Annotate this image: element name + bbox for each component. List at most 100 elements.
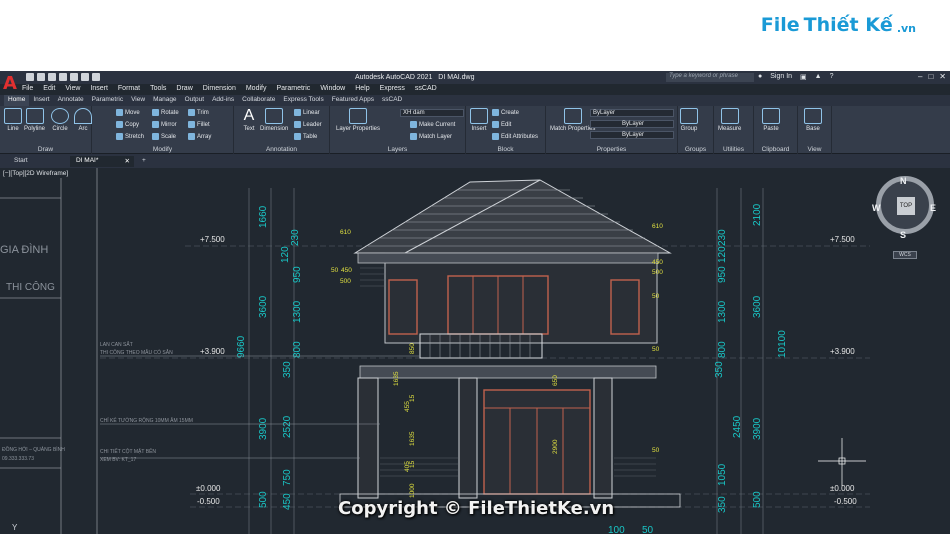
layer-dropdown[interactable]: XH dam bbox=[400, 109, 464, 117]
tab-annotate[interactable]: Annotate bbox=[54, 95, 88, 106]
text-tool[interactable]: A Text bbox=[240, 108, 258, 133]
undo-icon[interactable] bbox=[81, 73, 89, 81]
measure-tool[interactable]: Measure bbox=[718, 108, 741, 132]
menu-help[interactable]: Help bbox=[355, 85, 369, 92]
trim-tool[interactable]: Trim bbox=[188, 109, 209, 116]
compass-south[interactable]: S bbox=[900, 230, 906, 240]
tab-home[interactable]: Home bbox=[4, 95, 30, 106]
polyline-tool[interactable]: Polyline bbox=[24, 108, 45, 132]
menu-view[interactable]: View bbox=[65, 85, 80, 92]
menu-file[interactable]: File bbox=[22, 85, 33, 92]
edit-block-tool[interactable]: Edit bbox=[492, 121, 511, 128]
layer-properties-tool[interactable]: Layer Properties bbox=[336, 108, 380, 132]
compass-west[interactable]: W bbox=[872, 203, 881, 213]
create-block-tool[interactable]: Create bbox=[492, 109, 519, 116]
saveas-icon[interactable] bbox=[59, 73, 67, 81]
insert-tool[interactable]: Insert bbox=[470, 108, 488, 132]
search-input[interactable]: Type a keyword or phrase bbox=[666, 73, 754, 82]
tab-view[interactable]: View bbox=[127, 95, 149, 106]
menu-edit[interactable]: Edit bbox=[43, 85, 55, 92]
menu-dimension[interactable]: Dimension bbox=[203, 85, 236, 92]
linetype-dropdown[interactable]: ByLayer bbox=[590, 120, 674, 128]
tab-manage[interactable]: Manage bbox=[149, 95, 181, 106]
make-current-tool[interactable]: Make Current bbox=[410, 121, 455, 128]
copy-tool[interactable]: Copy bbox=[116, 121, 139, 128]
fillet-tool[interactable]: Fillet bbox=[188, 121, 210, 128]
lineweight-dropdown[interactable]: ByLayer bbox=[590, 131, 674, 139]
groups-panel-label[interactable]: Groups bbox=[678, 146, 713, 153]
dimension-tool[interactable]: Dimension bbox=[260, 108, 288, 132]
compass-east[interactable]: E bbox=[930, 203, 936, 213]
mirror-tool[interactable]: Mirror bbox=[152, 121, 177, 128]
line-tool[interactable]: Line bbox=[4, 108, 22, 132]
scale-tool[interactable]: Scale bbox=[152, 133, 176, 140]
menu-draw[interactable]: Draw bbox=[176, 85, 192, 92]
tab-express-tools[interactable]: Express Tools bbox=[279, 95, 327, 106]
cart-icon[interactable]: ▣ bbox=[800, 73, 807, 81]
tab-featured-apps[interactable]: Featured Apps bbox=[328, 95, 378, 106]
menu-insert[interactable]: Insert bbox=[90, 85, 108, 92]
rotate-tool[interactable]: Rotate bbox=[152, 109, 179, 116]
tab-di-mai[interactable]: DI MAI* ✕ bbox=[70, 156, 134, 167]
menu-express[interactable]: Express bbox=[380, 85, 405, 92]
tab-parametric[interactable]: Parametric bbox=[88, 95, 127, 106]
compass-north[interactable]: N bbox=[900, 176, 907, 186]
leader-tool[interactable]: Leader bbox=[294, 121, 322, 128]
block-panel-label[interactable]: Block bbox=[466, 146, 545, 153]
menu-window[interactable]: Window bbox=[320, 85, 345, 92]
array-tool[interactable]: Array bbox=[188, 133, 211, 140]
minimize-icon[interactable]: – bbox=[918, 72, 922, 81]
tab-start[interactable]: Start bbox=[8, 156, 34, 167]
drawing-canvas[interactable]: [−][Top][2D Wireframe] GIA ĐÌNH THI CÔNG… bbox=[0, 168, 950, 534]
help-icon[interactable]: ? bbox=[830, 73, 834, 81]
redo-icon[interactable] bbox=[92, 73, 100, 81]
modify-panel-label[interactable]: Modify bbox=[92, 146, 233, 153]
close-icon[interactable]: ✕ bbox=[939, 72, 946, 81]
paste-tool[interactable]: Paste bbox=[762, 108, 780, 132]
plot-icon[interactable] bbox=[70, 73, 78, 81]
menu-modify[interactable]: Modify bbox=[246, 85, 267, 92]
match-layer-tool[interactable]: Match Layer bbox=[410, 133, 452, 140]
tab-addins[interactable]: Add-ins bbox=[208, 95, 238, 106]
tab-sscad[interactable]: ssCAD bbox=[378, 95, 406, 106]
restore-icon[interactable]: □ bbox=[928, 72, 933, 81]
layers-panel-label[interactable]: Layers bbox=[330, 146, 465, 153]
open-icon[interactable] bbox=[37, 73, 45, 81]
close-tab-icon[interactable]: ✕ bbox=[125, 157, 130, 165]
arc-tool[interactable]: Arc bbox=[74, 108, 92, 132]
share-icon[interactable]: ▲ bbox=[815, 73, 822, 81]
menu-tools[interactable]: Tools bbox=[150, 85, 166, 92]
view-panel-label[interactable]: View bbox=[798, 146, 831, 153]
move-tool[interactable]: Move bbox=[116, 109, 140, 116]
filethietke-logo[interactable]: File Thiết Kế .vn bbox=[761, 14, 916, 36]
color-dropdown[interactable]: ByLayer bbox=[590, 109, 674, 117]
match-properties-tool[interactable]: Match Properties bbox=[550, 108, 595, 132]
autocad-logo-icon[interactable]: A bbox=[3, 73, 19, 95]
new-tab-icon[interactable]: + bbox=[136, 156, 152, 167]
level-right-3900: +3.900 bbox=[830, 347, 855, 356]
menu-sscad[interactable]: ssCAD bbox=[415, 85, 437, 92]
viewcube-top-face[interactable]: TOP bbox=[897, 197, 915, 215]
base-tool[interactable]: Base bbox=[804, 108, 822, 132]
sign-in-link[interactable]: Sign In bbox=[770, 73, 792, 81]
utilities-panel-label[interactable]: Utilities bbox=[714, 146, 753, 153]
table-tool[interactable]: Table bbox=[294, 133, 317, 140]
group-tool[interactable]: Group bbox=[680, 108, 698, 132]
menu-parametric[interactable]: Parametric bbox=[276, 85, 310, 92]
menu-format[interactable]: Format bbox=[118, 85, 140, 92]
draw-panel-label[interactable]: Draw bbox=[0, 146, 91, 153]
clipboard-panel-label[interactable]: Clipboard bbox=[754, 146, 797, 153]
tab-insert[interactable]: Insert bbox=[29, 95, 53, 106]
tab-collaborate[interactable]: Collaborate bbox=[238, 95, 279, 106]
wcs-menu[interactable]: WCS bbox=[893, 251, 917, 259]
save-icon[interactable] bbox=[48, 73, 56, 81]
tab-output[interactable]: Output bbox=[181, 95, 209, 106]
linear-tool[interactable]: Linear bbox=[294, 109, 320, 116]
stretch-tool[interactable]: Stretch bbox=[116, 133, 144, 140]
new-icon[interactable] bbox=[26, 73, 34, 81]
circle-tool[interactable]: Circle bbox=[51, 108, 69, 132]
edit-attributes-tool[interactable]: Edit Attributes bbox=[492, 133, 538, 140]
user-icon[interactable]: ● bbox=[758, 73, 762, 81]
properties-panel-label[interactable]: Properties bbox=[546, 146, 677, 153]
annotation-panel-label[interactable]: Annotation bbox=[234, 146, 329, 153]
